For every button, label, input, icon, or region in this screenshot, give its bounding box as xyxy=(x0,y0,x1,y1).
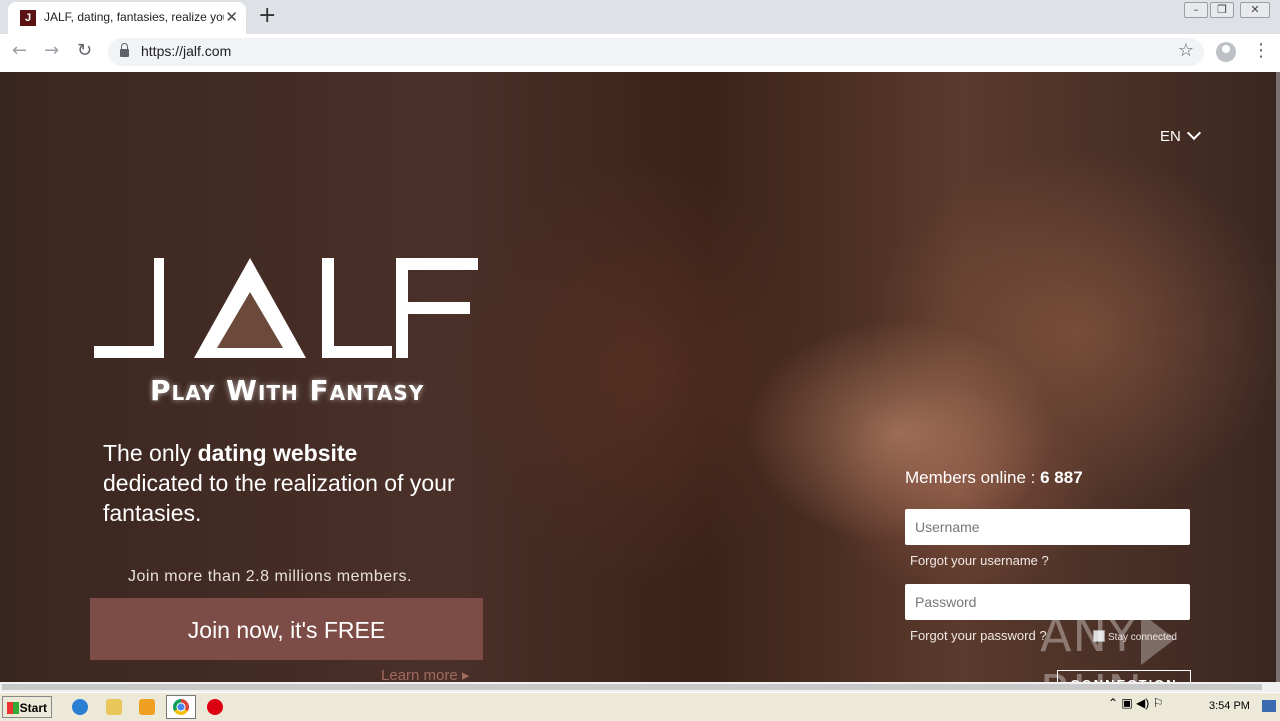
page-scrollbar[interactable] xyxy=(1276,72,1280,682)
watermark-left: ANY xyxy=(1040,608,1137,662)
join-more-text: Join more than 2.8 millions members. xyxy=(128,568,412,585)
minimize-button[interactable]: – xyxy=(1184,2,1208,18)
favicon-icon: J xyxy=(20,10,36,26)
system-tray[interactable]: ⌃ ▣ ◀) ⚐ xyxy=(1108,696,1163,710)
taskbar: Start ⌃ ▣ ◀) ⚐ 3:54 PM xyxy=(0,692,1280,721)
close-tab-icon[interactable]: ✕ xyxy=(225,8,238,26)
url-text[interactable]: https://jalf.com xyxy=(141,43,231,59)
start-label: Start xyxy=(19,701,47,715)
show-desktop-icon[interactable] xyxy=(1262,700,1276,712)
jalf-logo xyxy=(94,258,478,358)
forgot-username-link[interactable]: Forgot your username ? xyxy=(910,553,1049,568)
anyrun-watermark: ANY RUN xyxy=(1040,608,1280,682)
language-selector[interactable]: EN xyxy=(1160,125,1201,145)
opera-icon[interactable] xyxy=(207,699,223,715)
forward-icon[interactable]: → xyxy=(44,40,59,61)
browser-tab[interactable]: J JALF, dating, fantasies, realize your … xyxy=(8,2,246,34)
headline-post: dedicated to the realization of your fan… xyxy=(103,470,455,526)
watermark-right: RUN xyxy=(1040,665,1143,683)
bookmark-star-icon[interactable]: ☆ xyxy=(1178,40,1194,61)
join-now-button[interactable]: Join now, it's FREE xyxy=(90,598,483,660)
clock: 3:54 PM xyxy=(1209,700,1250,712)
start-button[interactable]: Start xyxy=(2,696,52,718)
headline-pre: The only xyxy=(103,440,198,466)
reload-icon[interactable]: ↻ xyxy=(77,40,92,61)
scrollbar-thumb[interactable] xyxy=(2,684,1262,690)
tab-title: JALF, dating, fantasies, realize your xyxy=(44,10,224,24)
browser-menu-icon[interactable]: ⋮ xyxy=(1252,40,1270,61)
language-label: EN xyxy=(1160,128,1181,145)
members-label: Members online : xyxy=(905,468,1041,487)
headline-bold: dating website xyxy=(197,440,358,466)
windows-flag-icon xyxy=(7,702,19,714)
new-tab-button[interactable]: + xyxy=(258,3,276,28)
chrome-icon[interactable] xyxy=(173,699,189,715)
play-icon xyxy=(1140,612,1175,665)
lock-icon[interactable] xyxy=(120,43,129,57)
members-count: 6 887 xyxy=(1040,468,1083,487)
learn-more-link[interactable]: Learn more ▸ xyxy=(381,666,469,682)
maximize-button[interactable]: ❐ xyxy=(1210,2,1234,18)
horizontal-scrollbar[interactable] xyxy=(0,682,1280,692)
close-window-button[interactable]: ✕ xyxy=(1240,2,1270,18)
tagline: Play With Fantasy xyxy=(150,374,425,407)
username-input[interactable] xyxy=(905,509,1190,545)
browser-toolbar: ← → ↻ https://jalf.com ☆ xyxy=(0,34,1280,73)
tab-strip: J JALF, dating, fantasies, realize your … xyxy=(0,0,1280,34)
profile-icon[interactable] xyxy=(1216,42,1236,62)
members-online: Members online : 6 887 xyxy=(905,468,1083,488)
forgot-password-link[interactable]: Forgot your password ? xyxy=(910,628,1047,643)
address-bar[interactable]: https://jalf.com ☆ xyxy=(108,38,1204,66)
headline: The only dating website dedicated to the… xyxy=(103,438,463,528)
internet-explorer-icon[interactable] xyxy=(72,699,88,715)
chevron-down-icon xyxy=(1186,125,1201,141)
folder-icon[interactable] xyxy=(106,699,122,715)
page-hero: EN Play With Fantasy The only dating web… xyxy=(0,72,1280,682)
back-icon[interactable]: ← xyxy=(12,40,27,61)
media-player-icon[interactable] xyxy=(139,699,155,715)
